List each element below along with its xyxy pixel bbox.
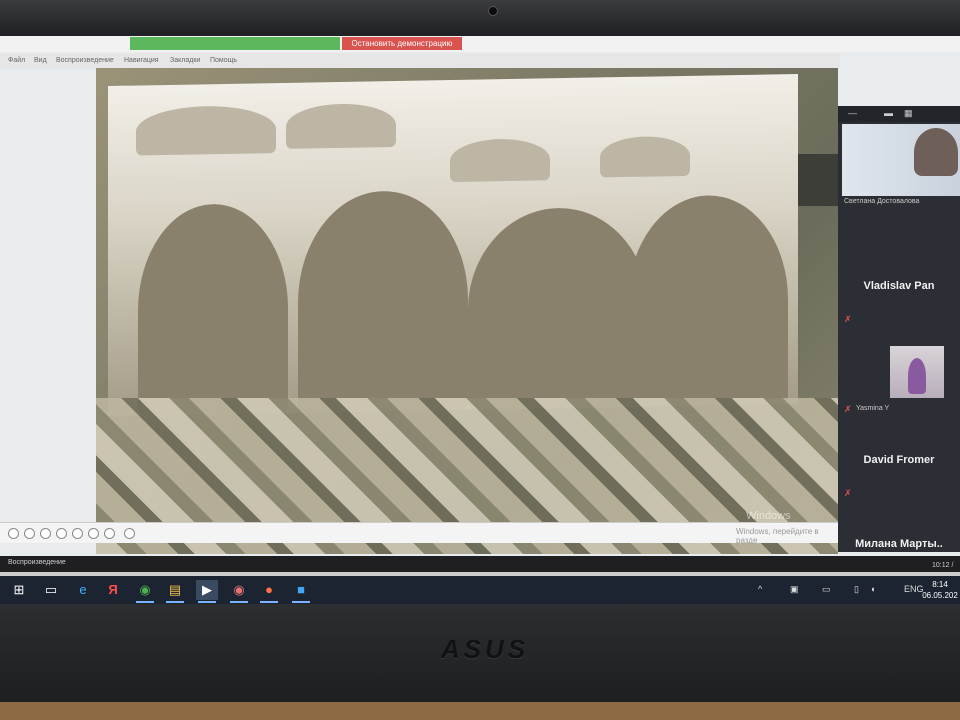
stop-icon[interactable] [24,528,35,539]
menu-bookmarks[interactable]: Закладки [170,57,200,64]
helmet [286,102,396,149]
participant-name: Милана Марты.. [855,538,943,550]
webcam-icon [488,6,498,16]
share-status-button[interactable] [130,37,340,50]
taskbar: ⊞ ▭ e Я ◉ ▤ ▶ ◉ ● ■ ^ ▣ ▭ ▯ ◖ ENG 8:14 0… [0,576,960,604]
screen: Остановить демонстрацию Файл Вид Воспрои… [0,36,960,604]
slides-icon[interactable]: ● [258,580,280,603]
status-label: Воспроизведение [8,559,66,566]
yandex-icon[interactable]: Я [102,580,124,600]
self-video-tile[interactable] [842,124,960,196]
record-icon[interactable] [40,528,51,539]
panel-toolbar: — ▬ ▦ [838,106,960,122]
desk-surface [0,702,960,720]
participants-panel: — ▬ ▦ Светлана Достовалова Vladislav Pan… [838,106,960,552]
forward-icon[interactable] [104,528,115,539]
grid-icon[interactable]: ▦ [904,108,913,119]
chrome-icon[interactable]: ◉ [134,580,156,603]
fullscreen-icon[interactable] [124,528,135,539]
screen-share-bar: Остановить демонстрацию [0,36,960,52]
soldier-figure [628,194,788,407]
helmet [450,138,550,183]
menu-bar: Файл Вид Воспроизведение Навигация Закла… [0,53,840,69]
laptop-bezel-top [0,0,960,38]
brand-logo: ASUS [440,634,530,664]
rewind-icon[interactable] [56,528,67,539]
menu-navigation[interactable]: Навигация [124,57,159,64]
muted-mic-icon: ✗ [844,488,852,498]
menu-playback[interactable]: Воспроизведение [56,57,114,64]
participant-name: Vladislav Pan [863,280,935,292]
participant-name: Yasmina Y [856,405,890,412]
prev-icon[interactable] [72,528,83,539]
edge-icon[interactable]: e [72,580,94,600]
clock[interactable]: 8:14 06.05.202 [920,579,960,601]
stop-share-button[interactable]: Остановить демонстрацию [342,37,462,50]
video-player-icon[interactable]: ▶ [196,580,218,603]
muted-mic-icon: ✗ [844,404,852,414]
participant-name: David Fromer [863,454,935,466]
player-controls: Windows, перейдите в разде [0,522,838,545]
watermark-line2: Windows, перейдите в разде [736,527,819,545]
activation-watermark: Windows [746,510,791,522]
helmet [600,135,690,178]
files-icon[interactable]: ▤ [164,580,186,603]
clock-date: 06.05.202 [922,591,958,600]
soldier-figure [298,189,468,413]
minimize-icon[interactable]: — [848,108,857,118]
task-view-icon[interactable]: ▭ [40,580,62,600]
chrome-alt-icon[interactable]: ◉ [228,580,250,603]
player-statusbar: Воспроизведение 10:12 / [0,556,960,572]
menu-view[interactable]: Вид [34,57,47,64]
helmet [136,105,276,156]
historical-photo [108,73,798,417]
menu-help[interactable]: Помощь [210,57,237,64]
tray-app-icon[interactable]: ▣ [790,584,799,595]
next-icon[interactable] [88,528,99,539]
muted-mic-icon: ✗ [844,314,852,324]
participant-video-thumb[interactable] [890,346,944,398]
layout-icon[interactable]: ▬ [884,108,893,118]
windows-start-icon[interactable]: ⊞ [8,580,30,600]
video-frame[interactable]: Windows [96,68,838,554]
volume-icon[interactable]: ◖ [870,584,875,594]
tray-chevron-icon[interactable]: ^ [758,584,762,594]
play-icon[interactable] [8,528,19,539]
playback-time: 10:12 / [932,562,954,569]
clock-time: 8:14 [932,580,948,589]
soldier-figure [138,202,288,416]
person-figure [908,358,926,394]
zoom-icon[interactable]: ■ [290,580,312,603]
menu-file[interactable]: Файл [8,57,25,64]
self-name: Светлана Достовалова [844,198,920,205]
network-icon[interactable]: ▯ [854,584,859,595]
soldier-figure [468,206,648,410]
person-figure [914,128,958,176]
battery-icon: ▭ [822,584,831,594]
